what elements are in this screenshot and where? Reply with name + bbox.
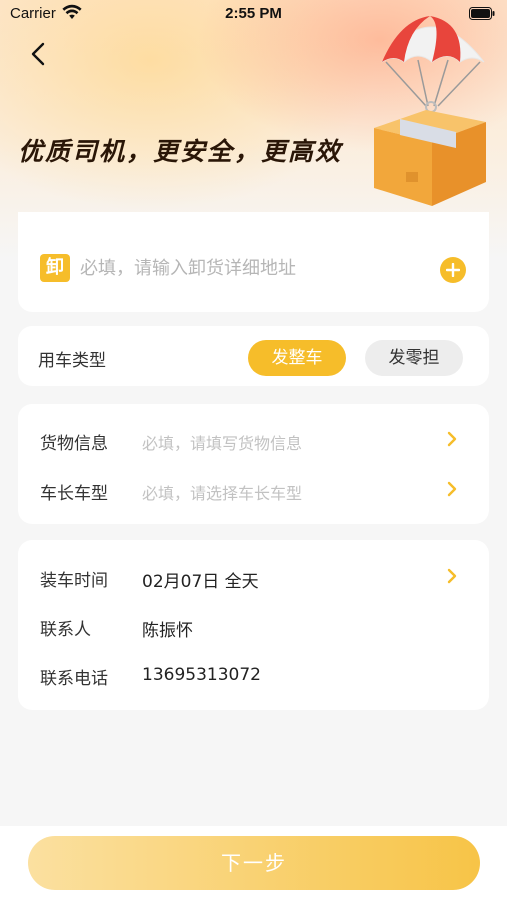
unload-address-input[interactable] bbox=[80, 252, 400, 284]
cargo-info-card: 货物信息 必填，请填写货物信息 车长车型 必填，请选择车长车型 bbox=[18, 404, 489, 524]
ltl-option[interactable]: 发零担 bbox=[365, 340, 463, 376]
unload-badge-icon: 卸 bbox=[40, 254, 70, 282]
contact-row[interactable]: 联系人 陈振怀 bbox=[18, 600, 489, 650]
loading-time-value: 02月07日 全天 bbox=[142, 572, 259, 592]
cargo-info-placeholder: 必填，请填写货物信息 bbox=[142, 434, 303, 453]
chevron-right-icon bbox=[447, 568, 457, 584]
unload-address-card: 卸 bbox=[18, 212, 489, 312]
chevron-right-icon bbox=[447, 481, 457, 497]
chevron-left-icon bbox=[31, 42, 45, 66]
vehicle-length-placeholder: 必填，请选择车长车型 bbox=[142, 484, 303, 503]
contact-phone-row[interactable]: 联系电话 13695313072 bbox=[18, 649, 489, 699]
vehicle-length-row[interactable]: 车长车型 必填，请选择车长车型 bbox=[18, 464, 489, 514]
vehicle-type-label: 用车类型 bbox=[38, 351, 106, 371]
full-truck-option[interactable]: 发整车 bbox=[248, 340, 346, 376]
vehicle-type-card: 用车类型 发整车 发零担 bbox=[18, 326, 489, 386]
chevron-right-icon bbox=[447, 431, 457, 447]
contact-phone-label: 联系电话 bbox=[40, 669, 108, 689]
cargo-info-row[interactable]: 货物信息 必填，请填写货物信息 bbox=[18, 414, 489, 464]
plus-icon bbox=[446, 263, 460, 277]
cargo-info-label: 货物信息 bbox=[40, 434, 108, 454]
page-slogan: 优质司机，更安全，更高效 bbox=[18, 137, 343, 166]
vehicle-length-label: 车长车型 bbox=[40, 484, 108, 504]
back-button[interactable] bbox=[22, 38, 54, 70]
contact-value: 陈振怀 bbox=[142, 621, 193, 641]
loading-info-card: 装车时间 02月07日 全天 联系人 陈振怀 联系电话 13695313072 bbox=[18, 540, 489, 710]
loading-time-row[interactable]: 装车时间 02月07日 全天 bbox=[18, 551, 489, 601]
contact-label: 联系人 bbox=[40, 620, 91, 640]
contact-phone-value: 13695313072 bbox=[142, 665, 261, 685]
bottom-bar: 下一步 bbox=[0, 826, 507, 900]
add-address-button[interactable] bbox=[440, 257, 466, 283]
parachute-box-icon bbox=[374, 16, 486, 206]
next-step-button[interactable]: 下一步 bbox=[28, 836, 480, 890]
loading-time-label: 装车时间 bbox=[40, 571, 108, 591]
